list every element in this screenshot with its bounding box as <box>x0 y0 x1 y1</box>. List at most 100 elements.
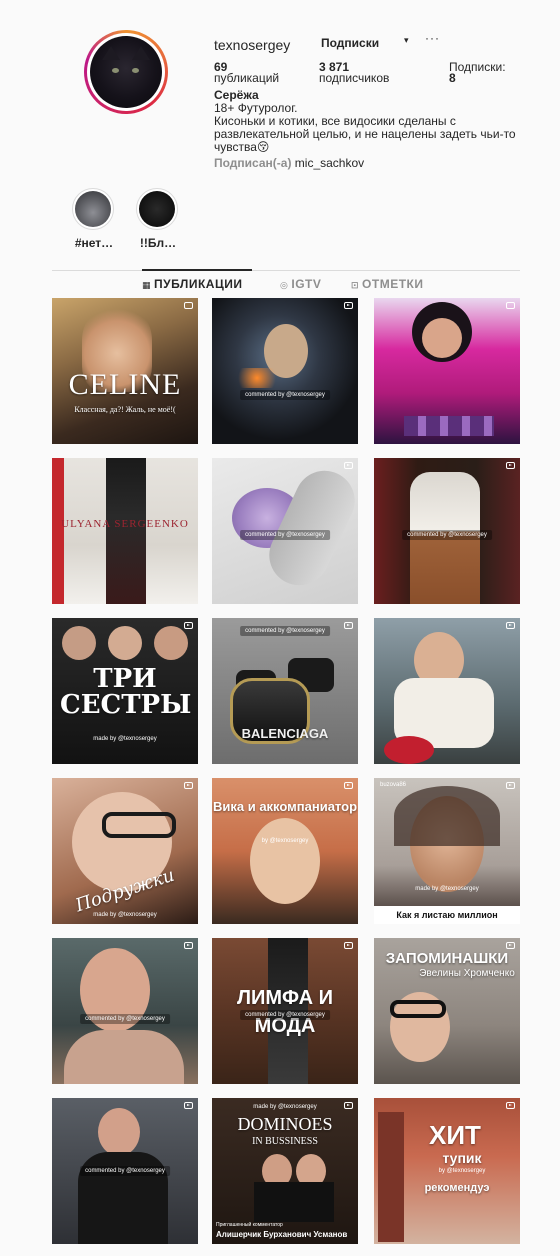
post-glasses <box>102 812 176 838</box>
video-icon <box>344 302 353 309</box>
highlight-label-2: !!Бл… <box>139 236 177 250</box>
post-subcaption: тупик <box>442 1150 482 1166</box>
posts-stat: 69 публикаций <box>214 61 279 84</box>
bio-line-2: Кисоньки и котики, все видосики сделаны … <box>214 114 516 154</box>
highlight-image-2 <box>139 191 175 227</box>
video-icon <box>506 942 515 949</box>
post-credit: made by @texnosergey <box>253 1104 317 1110</box>
followers-stat[interactable]: 3 871 подписчиков <box>319 61 390 85</box>
post-footer: Приглашенный комментатор <box>216 1222 283 1228</box>
post-glasses <box>390 1000 446 1018</box>
video-icon <box>344 942 353 949</box>
post-stamp: commented by @texnosergey <box>240 626 330 636</box>
suggestions-dropdown-icon[interactable]: ▾ <box>404 35 409 46</box>
story-highlight-2[interactable]: !!Бл… <box>136 188 180 250</box>
post-credit: made by @texnosergey <box>93 736 157 742</box>
post-tile-7[interactable]: ТРИ СЕСТРЫ made by @texnosergey <box>52 618 198 764</box>
post-subcaption: Классная, да?! Жаль, не моё!( <box>74 405 176 414</box>
video-icon <box>344 462 353 469</box>
following-button[interactable]: Подписки <box>314 34 386 52</box>
post-tile-15[interactable]: ЗАПОМИНАШКИ Эвелины Хромченко <box>374 938 520 1084</box>
post-stamp: commented by @texnosergey <box>240 1010 330 1020</box>
cat-eye-left <box>112 68 119 73</box>
post-face-1 <box>62 626 96 660</box>
post-tile-1[interactable]: CELINE Классная, да?! Жаль, не моё!( <box>52 298 198 444</box>
tab-tagged[interactable]: ⊡ ОТМЕТКИ <box>351 277 424 291</box>
post-tile-11[interactable]: Вика и аккомпаниатор by @texnosergey <box>212 778 358 924</box>
post-face <box>422 318 462 358</box>
followed-by-user[interactable]: mic_sachkov <box>295 156 364 170</box>
post-banner: Как я листаю миллион <box>374 906 520 924</box>
following-stat[interactable]: Подписки: 8 <box>449 60 506 85</box>
grid-icon: ▦ <box>142 280 152 290</box>
post-face <box>98 1108 140 1156</box>
post-caption: CELINE <box>68 368 182 401</box>
video-icon <box>506 622 515 629</box>
tab-igtv[interactable]: ◎ IGTV <box>280 277 321 291</box>
cat-ear-left <box>102 46 120 60</box>
post-subcaption: Эвелины Хромченко <box>419 968 515 979</box>
tab-posts[interactable]: ▦ ПУБЛИКАЦИИ <box>142 277 242 291</box>
avatar-image <box>90 36 162 108</box>
post-tile-10[interactable]: Подружки made by @texnosergey <box>52 778 198 924</box>
followed-by-label: Подписан(-а) <box>214 156 292 170</box>
active-tab-indicator <box>142 269 252 271</box>
followers-label: подписчиков <box>319 71 390 85</box>
post-tile-14[interactable]: ЛИМФА И МОДА commented by @texnosergey <box>212 938 358 1084</box>
post-caption: DOMINOES <box>237 1114 333 1134</box>
post-tile-13[interactable]: commented by @texnosergey <box>52 938 198 1084</box>
tab-posts-label: ПУБЛИКАЦИИ <box>154 277 243 291</box>
post-tile-18[interactable]: ХИТ тупик by @texnosergey рекомендуэ <box>374 1098 520 1244</box>
profile-avatar[interactable] <box>84 30 168 114</box>
cat-ear-right <box>132 46 150 60</box>
post-caption: ХИТ <box>429 1120 481 1150</box>
post-cards <box>404 416 494 436</box>
post-tile-5[interactable]: commented by @texnosergey <box>212 458 358 604</box>
following-count: 8 <box>449 71 456 85</box>
post-hair <box>394 786 500 846</box>
post-tile-16[interactable]: commented by @texnosergey <box>52 1098 198 1244</box>
highlight-cover-2 <box>136 188 178 230</box>
post-credit: made by @texnosergey <box>93 912 157 918</box>
post-tile-8[interactable]: commented by @texnosergey BALENCIAGA <box>212 618 358 764</box>
post-tile-4[interactable]: ULYANA SERGEENKO <box>52 458 198 604</box>
cat-eye-right <box>132 68 139 73</box>
video-icon <box>506 1102 515 1109</box>
post-credit: made by @texnosergey <box>415 886 479 892</box>
video-icon <box>506 462 515 469</box>
video-icon <box>344 622 353 629</box>
post-subcaption: IN BUSSINESS <box>252 1136 318 1147</box>
post-tile-3[interactable] <box>374 298 520 444</box>
post-hat <box>384 736 434 764</box>
post-tile-9[interactable] <box>374 618 520 764</box>
post-face <box>250 818 320 904</box>
post-top-name: buzova86 <box>380 782 407 788</box>
tag-icon: ⊡ <box>351 280 360 290</box>
post-stamp: commented by @texnosergey <box>80 1014 170 1024</box>
carousel-icon <box>184 302 193 309</box>
video-icon <box>184 782 193 789</box>
profile-username: texnosergey <box>214 37 291 53</box>
post-body <box>64 1030 184 1084</box>
profile-bio: Серёжа 18+ Футуролог. Кисоньки и котики,… <box>214 89 524 170</box>
post-footer-name: Алишерчик Бурханович Усманов <box>216 1230 348 1239</box>
highlight-label-1: #нет… <box>74 236 114 250</box>
post-caption: ULYANA SERGEENKO <box>61 518 189 530</box>
following-label: Подписки: <box>449 60 506 74</box>
post-caption: Вика и аккомпаниатор <box>212 799 358 814</box>
igtv-icon: ◎ <box>280 280 289 290</box>
post-tile-6[interactable]: commented by @texnosergey <box>374 458 520 604</box>
more-options-icon[interactable]: ··· <box>425 31 440 45</box>
post-face-2 <box>108 626 142 660</box>
post-caption: ЗАПОМИНАШКИ <box>385 950 509 967</box>
avatar-border <box>87 33 165 111</box>
post-tile-17[interactable]: made by @texnosergey DOMINOES IN BUSSINE… <box>212 1098 358 1244</box>
video-icon <box>344 1102 353 1109</box>
post-red-stripe <box>52 458 64 604</box>
post-stamp: commented by @texnosergey <box>80 1166 170 1176</box>
post-stamp: commented by @texnosergey <box>402 530 492 540</box>
post-tile-2[interactable]: commented by @texnosergey <box>212 298 358 444</box>
story-highlight-1[interactable]: #нет… <box>72 188 116 250</box>
carousel-icon <box>506 302 515 309</box>
post-tile-12[interactable]: buzova86 made by @texnosergey Как я лист… <box>374 778 520 924</box>
